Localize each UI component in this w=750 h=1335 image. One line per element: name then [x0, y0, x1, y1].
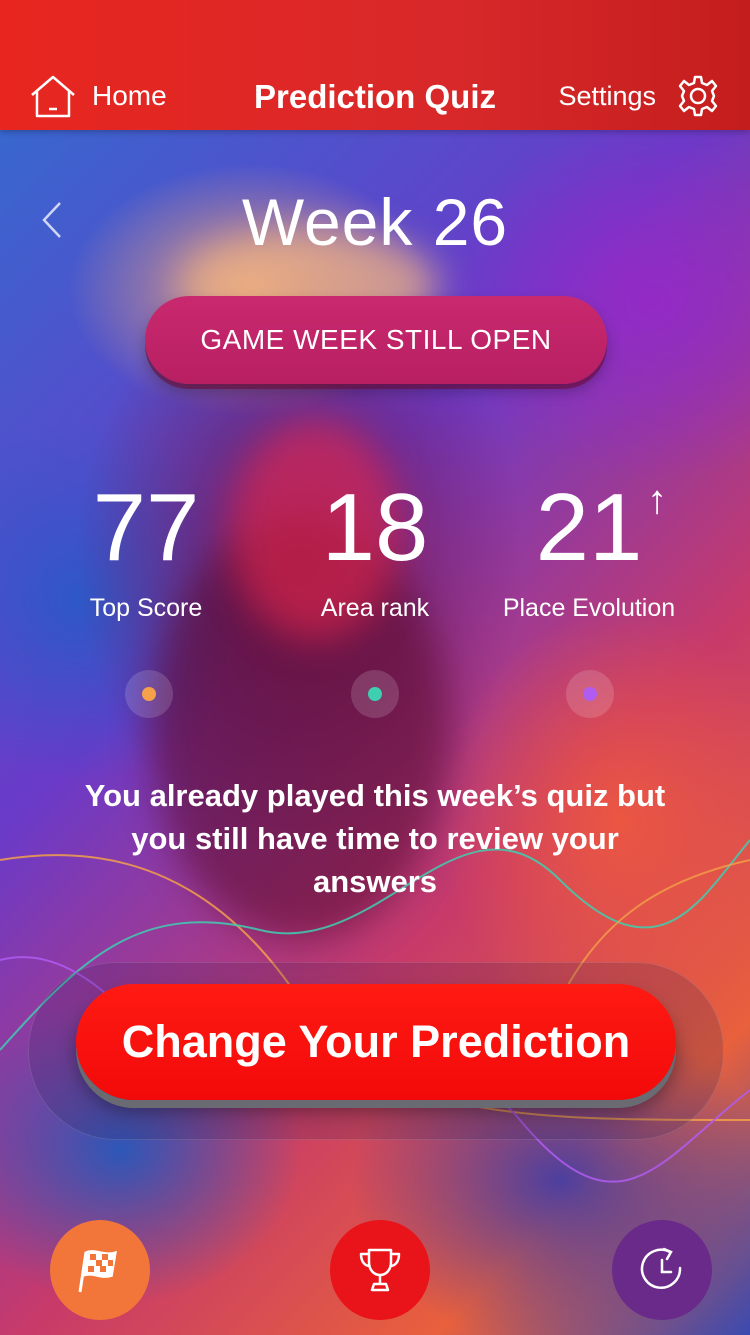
checkered-flag-icon [78, 1250, 117, 1293]
nav-flag-button[interactable] [50, 1220, 150, 1320]
trophy-icon [359, 1248, 401, 1292]
indicator-dot [142, 687, 156, 701]
indicator-place-evolution [566, 670, 614, 718]
stat-area-rank: 18 Area rank [265, 480, 485, 623]
settings-label: Settings [558, 80, 656, 111]
change-prediction-button[interactable]: Change Your Prediction [76, 984, 676, 1100]
nav-trophy-button[interactable] [330, 1220, 430, 1320]
status-badge: GAME WEEK STILL OPEN [145, 296, 607, 384]
settings-button[interactable]: Settings [558, 70, 720, 122]
top-bar: Home Prediction Quiz Settings [0, 0, 750, 130]
stat-label: Area rank [320, 594, 430, 622]
indicator-top-score [125, 670, 173, 718]
stat-label: Place Evolution [502, 594, 676, 622]
stat-value: 77 [92, 474, 200, 581]
gear-icon [678, 75, 718, 117]
trend-up-icon: ↑ [647, 478, 667, 522]
stat-label: Top Score [89, 594, 203, 622]
stat-place-evolution: 21 Place Evolution ↑ [479, 478, 699, 623]
history-icon [640, 1247, 682, 1289]
info-message: You already played this week’s quiz but … [84, 778, 666, 899]
indicator-dot [368, 687, 382, 701]
nav-history-button[interactable] [612, 1220, 712, 1320]
stat-value: 18 [321, 474, 429, 581]
stat-top-score: 77 Top Score [36, 480, 256, 623]
indicator-area-rank [351, 670, 399, 718]
indicator-dot [583, 687, 597, 701]
week-title: Week 26 [241, 185, 509, 259]
